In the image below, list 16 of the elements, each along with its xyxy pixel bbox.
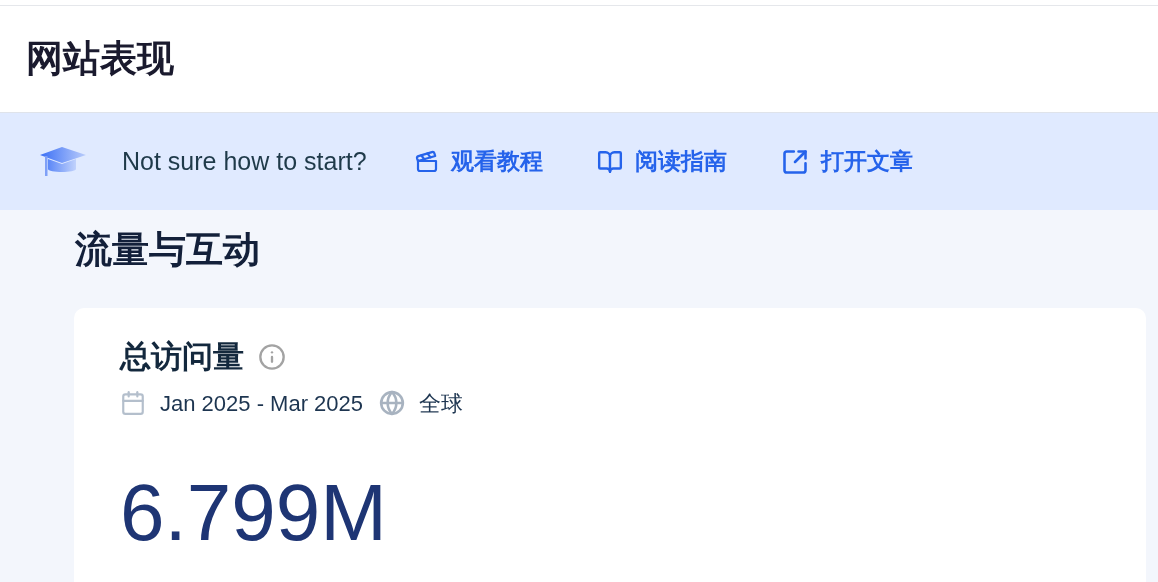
card-title: 总访问量 bbox=[120, 338, 244, 376]
region-label: 全球 bbox=[419, 389, 464, 418]
video-icon bbox=[414, 149, 439, 174]
help-link[interactable]: 阅读指南 bbox=[596, 144, 727, 179]
section-title: 流量与互动 bbox=[75, 228, 261, 272]
calendar-icon bbox=[120, 390, 146, 416]
help-link[interactable]: 观看教程 bbox=[414, 144, 543, 179]
page-title: 网站表现 bbox=[26, 37, 174, 82]
date-range: Jan 2025 - Mar 2025 bbox=[160, 389, 364, 418]
info-icon[interactable] bbox=[258, 343, 286, 372]
globe-icon bbox=[379, 390, 406, 416]
metric-value: 6.799M bbox=[120, 467, 387, 558]
book-icon bbox=[596, 148, 623, 175]
help-link[interactable]: 打开文章 bbox=[780, 144, 913, 179]
help-prompt: Not sure how to start? bbox=[122, 145, 367, 177]
external-link-icon bbox=[780, 147, 809, 176]
